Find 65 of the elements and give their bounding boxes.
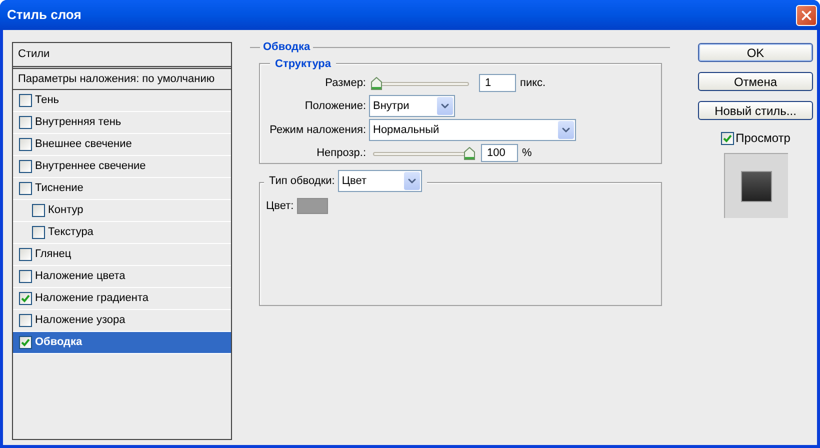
close-button[interactable] (796, 4, 817, 26)
blending-options-item[interactable]: Параметры наложения: по умолчанию (13, 69, 231, 90)
group-title: Структура (270, 56, 336, 72)
style-item[interactable]: Тиснение (13, 178, 231, 200)
window-title: Стиль слоя (7, 6, 82, 24)
style-label: Тень (35, 93, 60, 108)
checkbox[interactable] (19, 270, 32, 283)
dropdown[interactable]: Нормальный (369, 119, 576, 141)
checkbox[interactable] (720, 132, 734, 144)
checkbox[interactable] (19, 116, 32, 129)
dropdown[interactable]: Внутри (369, 95, 455, 117)
style-label: Обводка (35, 335, 82, 350)
checkbox[interactable] (19, 160, 32, 173)
style-item[interactable]: Внутренняя тень (13, 112, 231, 134)
check-icon (21, 338, 30, 347)
field-label: Тип обводки: (269, 174, 335, 189)
style-label: Внутренняя тень (35, 115, 122, 130)
style-label: Внешнее свечение (35, 137, 132, 152)
style-label: Наложение цвета (35, 269, 126, 284)
style-label: Внутреннее свечение (35, 159, 146, 174)
style-item[interactable]: Текстура (13, 222, 231, 244)
checkbox[interactable] (19, 182, 32, 195)
input-field[interactable]: 100 (481, 144, 518, 162)
unit-label: % (522, 146, 532, 161)
dialog-button[interactable]: OK (698, 43, 813, 62)
style-item[interactable]: Контур (13, 200, 231, 222)
dropdown[interactable]: Цвет (338, 170, 422, 192)
style-item[interactable]: Тень (13, 90, 231, 112)
checkbox[interactable] (19, 314, 32, 327)
field-label: Непрозр.: (316, 146, 366, 161)
checkbox[interactable] (19, 94, 32, 107)
style-label: Тиснение (35, 181, 84, 196)
checkbox[interactable] (19, 336, 32, 349)
field-label: Размер: (324, 76, 366, 91)
slider-thumb[interactable] (371, 76, 382, 90)
section-title: Обводка (262, 40, 312, 55)
preview-square-icon (740, 170, 772, 202)
style-label: Глянец (35, 247, 72, 262)
check-icon (722, 134, 732, 142)
style-label: Текстура (48, 225, 94, 240)
dialog-button[interactable]: Отмена (698, 72, 813, 91)
checkbox[interactable] (32, 226, 45, 239)
style-item[interactable]: Наложение цвета (13, 266, 231, 288)
style-item[interactable]: Глянец (13, 244, 231, 266)
style-label: Наложение градиента (35, 291, 149, 306)
style-label: Наложение узора (35, 313, 126, 328)
checkbox[interactable] (19, 292, 32, 305)
checkbox[interactable] (32, 204, 45, 217)
unit-label: пикс. (520, 76, 546, 91)
color-swatch[interactable] (296, 198, 328, 214)
slider-thumb[interactable] (464, 146, 475, 160)
check-icon (21, 294, 30, 303)
preview-label: Просмотр (736, 130, 790, 147)
field-label: Положение: (304, 98, 366, 114)
style-label: Контур (48, 203, 84, 218)
style-item[interactable]: Наложение градиента (13, 288, 231, 310)
field-label: Цвет: (266, 199, 294, 214)
input-field[interactable]: 1 (479, 74, 516, 92)
style-item[interactable]: Внешнее свечение (13, 134, 231, 156)
checkbox[interactable] (19, 138, 32, 151)
dialog-button[interactable]: Новый стиль... (698, 101, 813, 120)
checkbox[interactable] (19, 248, 32, 261)
style-item[interactable]: Обводка (13, 332, 231, 354)
field-label: Режим наложения: (268, 122, 366, 138)
style-item[interactable]: Внутреннее свечение (13, 156, 231, 178)
